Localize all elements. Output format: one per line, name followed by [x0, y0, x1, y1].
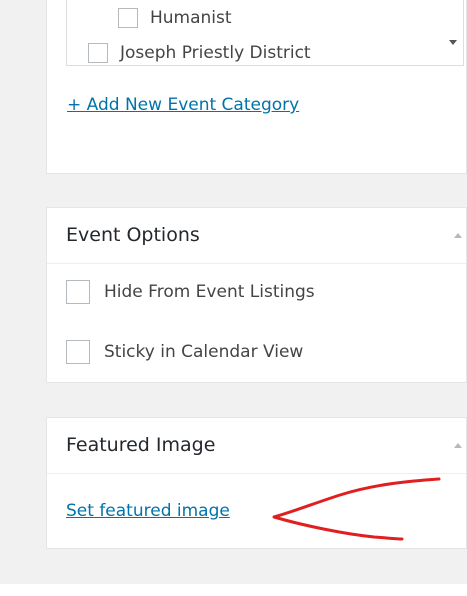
option-label: Sticky in Calendar View	[104, 342, 304, 362]
category-label: Joseph Priestly District	[120, 43, 311, 63]
panel-header[interactable]: Event Options	[47, 208, 466, 264]
page-bottom-strip	[0, 584, 467, 596]
sticky-calendar-option[interactable]: Sticky in Calendar View	[66, 340, 303, 364]
collapse-arrow-icon[interactable]	[454, 233, 462, 238]
add-new-event-category-link[interactable]: + Add New Event Category	[67, 95, 299, 115]
checkbox[interactable]	[88, 43, 108, 63]
checkbox[interactable]	[118, 8, 138, 28]
panel-title: Event Options	[66, 224, 200, 246]
checkbox[interactable]	[66, 340, 90, 364]
collapse-arrow-icon[interactable]	[454, 443, 462, 448]
panel-header[interactable]: Featured Image	[47, 418, 466, 474]
checkbox[interactable]	[66, 280, 90, 304]
category-label: Humanist	[150, 8, 232, 28]
scroll-down-arrow-icon[interactable]	[449, 40, 457, 45]
panel-title: Featured Image	[66, 434, 216, 456]
hide-from-listings-option[interactable]: Hide From Event Listings	[66, 280, 315, 304]
featured-image-panel: Featured Image Set featured image	[46, 417, 467, 549]
event-categories-panel: Humanist Joseph Priestly District + Add …	[46, 0, 467, 174]
category-item-joseph-priestly-district[interactable]: Joseph Priestly District	[88, 43, 311, 63]
event-options-panel: Event Options Hide From Event Listings S…	[46, 207, 467, 383]
category-checklist[interactable]: Humanist Joseph Priestly District	[66, 0, 464, 66]
category-item-humanist[interactable]: Humanist	[118, 8, 232, 28]
option-label: Hide From Event Listings	[104, 282, 315, 302]
set-featured-image-link[interactable]: Set featured image	[66, 501, 230, 521]
